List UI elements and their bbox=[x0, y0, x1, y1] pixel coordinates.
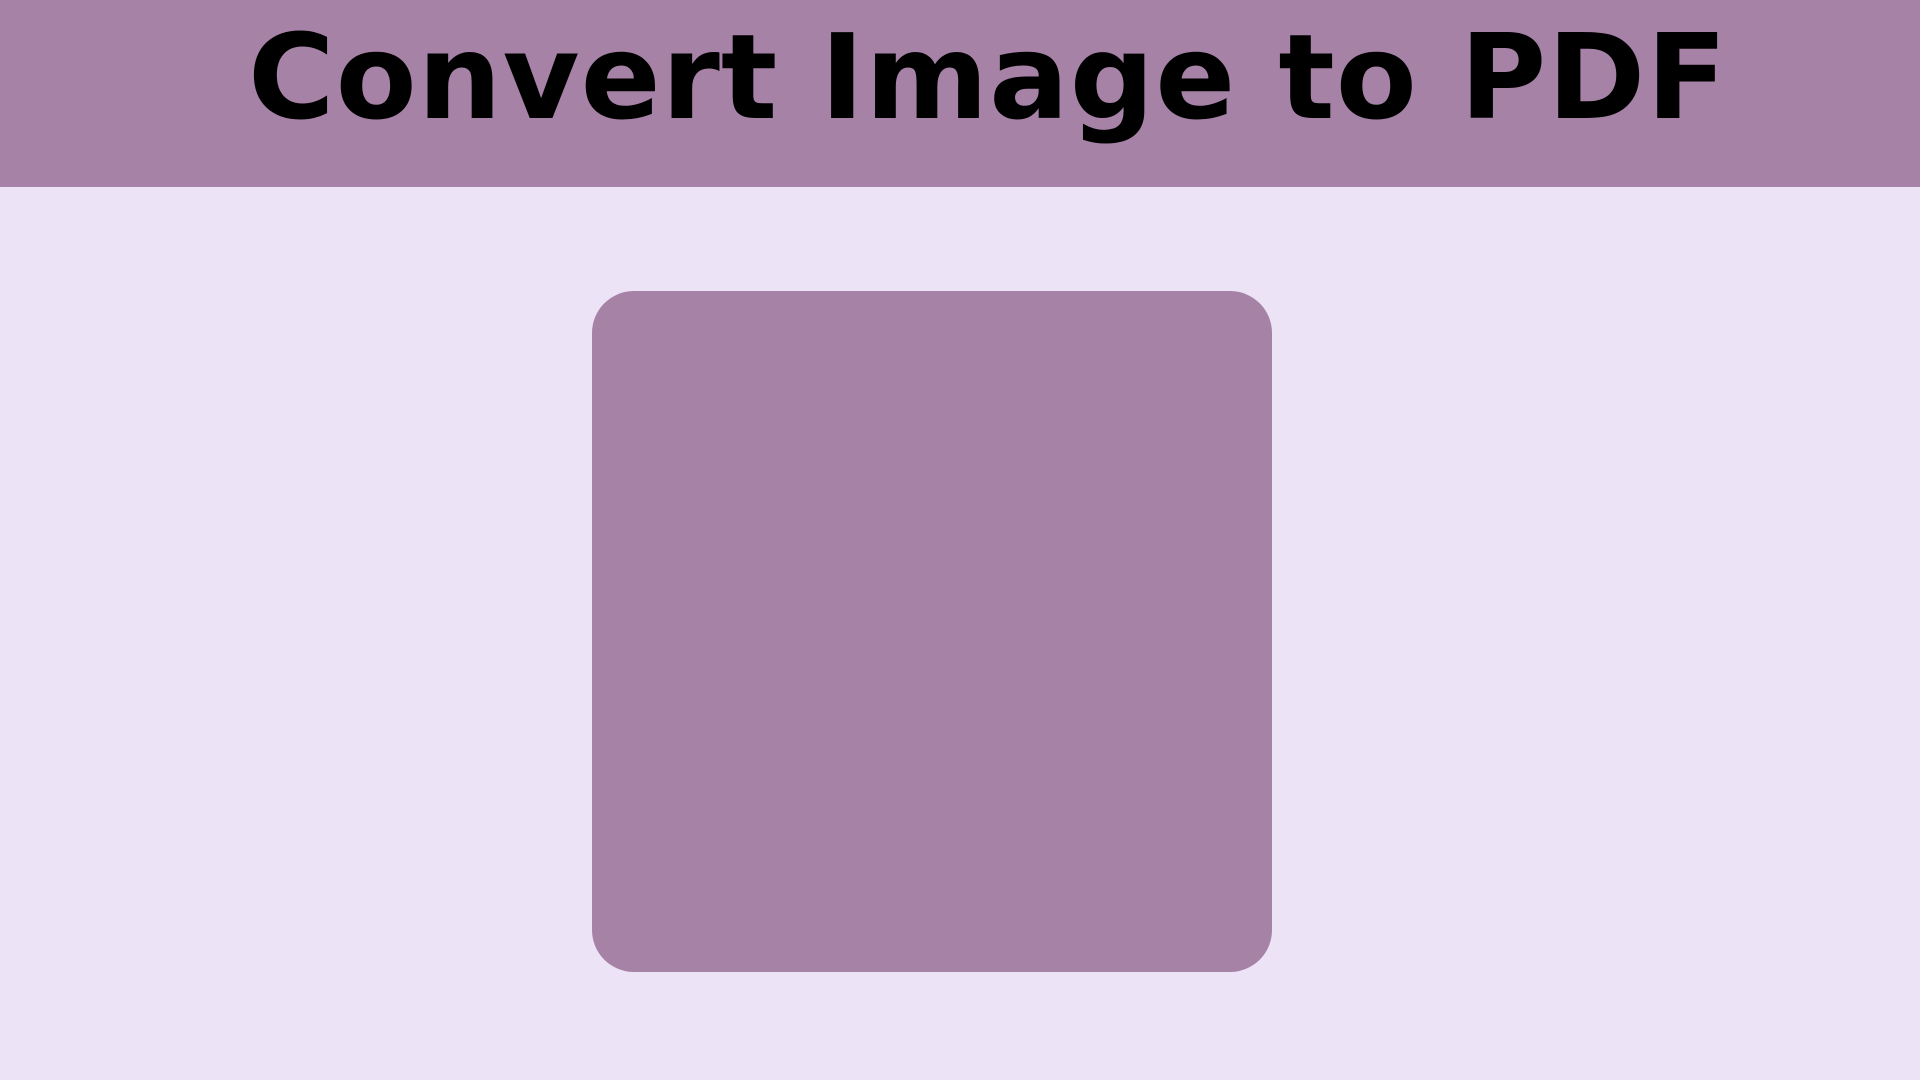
app-header: Convert Image to PDF bbox=[0, 0, 1920, 187]
page-title: Convert Image to PDF bbox=[248, 8, 1728, 146]
image-drop-zone[interactable] bbox=[592, 291, 1272, 972]
